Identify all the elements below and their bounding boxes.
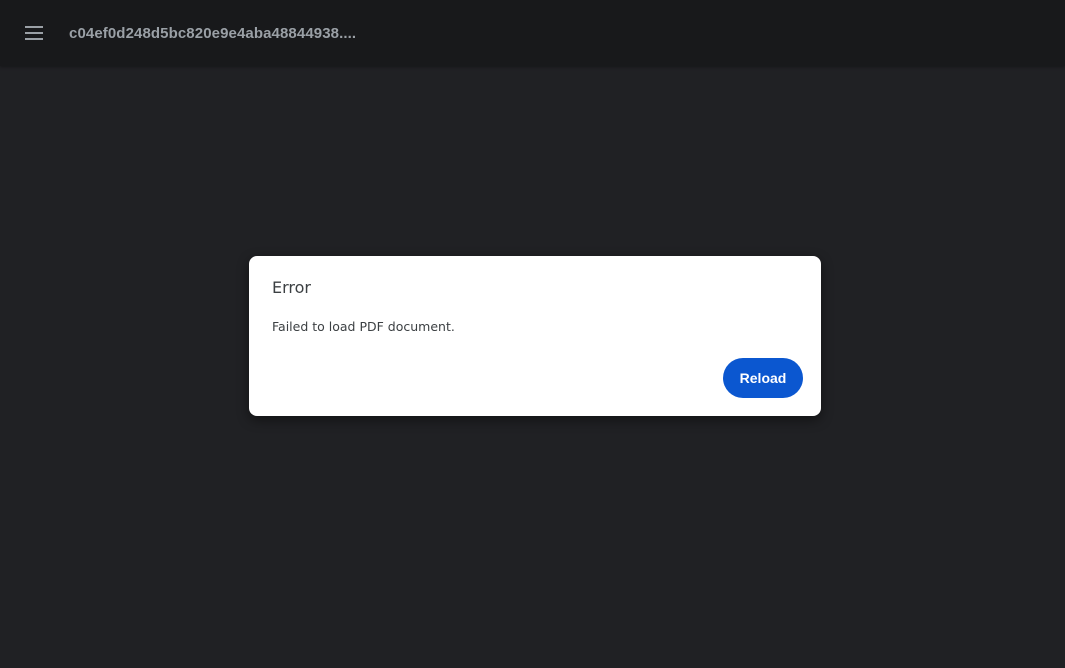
document-title: c04ef0d248d5bc820e9e4aba48844938.... xyxy=(69,24,357,42)
hamburger-menu-icon xyxy=(25,26,43,40)
dialog-title: Error xyxy=(272,278,311,297)
viewer-toolbar: c04ef0d248d5bc820e9e4aba48844938.... xyxy=(0,0,1065,66)
menu-button[interactable] xyxy=(16,15,52,51)
reload-button[interactable]: Reload xyxy=(723,358,803,398)
dialog-message: Failed to load PDF document. xyxy=(272,319,455,334)
pdf-viewer: c04ef0d248d5bc820e9e4aba48844938.... Err… xyxy=(0,0,1065,668)
error-dialog: Error Failed to load PDF document. Reloa… xyxy=(249,256,821,416)
